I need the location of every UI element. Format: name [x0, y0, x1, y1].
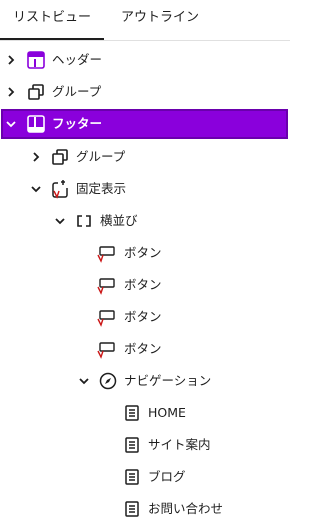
- button-icon: [96, 243, 116, 263]
- tree-item-page-link[interactable]: お問い合わせ: [0, 493, 290, 525]
- group-icon: [50, 147, 70, 167]
- tree-item-label: 固定表示: [76, 181, 127, 196]
- tree-item-label: グループ: [76, 149, 126, 164]
- tree-item-label: サイト案内: [148, 437, 211, 452]
- tree-item-label: ボタン: [124, 341, 162, 356]
- chevron-right-icon[interactable]: [30, 151, 42, 163]
- button-icon: [96, 339, 116, 359]
- list-view-tabs: リストビュー アウトライン: [0, 0, 290, 41]
- page-icon: [122, 499, 142, 519]
- tree-item-label: HOME: [148, 405, 186, 420]
- tree-item-button[interactable]: ボタン: [0, 333, 290, 365]
- template-part-icon: [26, 114, 46, 134]
- tree-item-button[interactable]: ボタン: [0, 301, 290, 333]
- tree-item-group[interactable]: グループ: [0, 141, 290, 173]
- tree-item-navigation[interactable]: ナビゲーション: [0, 365, 290, 397]
- group-icon: [26, 82, 46, 102]
- sticky-icon: [50, 179, 70, 199]
- chevron-right-icon[interactable]: [5, 86, 17, 98]
- button-icon: [96, 275, 116, 295]
- page-icon: [122, 435, 142, 455]
- chevron-down-icon[interactable]: [30, 183, 42, 195]
- tab-list-view[interactable]: リストビュー: [0, 0, 104, 40]
- tree-item-page-link[interactable]: HOME: [0, 397, 290, 429]
- tree-item-button[interactable]: ボタン: [0, 237, 290, 269]
- row-icon: [74, 211, 94, 231]
- tree-item-row[interactable]: 横並び: [0, 205, 290, 237]
- chevron-right-icon[interactable]: [5, 54, 17, 66]
- chevron-down-icon[interactable]: [54, 215, 66, 227]
- tree-item-footer[interactable]: フッター: [1, 109, 288, 139]
- tree-item-label: ナビゲーション: [124, 373, 212, 388]
- tree-item-label: ボタン: [124, 277, 162, 292]
- tree-item-sticky[interactable]: 固定表示: [0, 173, 290, 205]
- tree-item-label: ブログ: [148, 469, 186, 484]
- compass-icon: [98, 371, 118, 391]
- tab-outline[interactable]: アウトライン: [104, 0, 216, 39]
- tree-item-label: お問い合わせ: [148, 501, 224, 516]
- button-icon: [96, 307, 116, 327]
- chevron-down-icon[interactable]: [78, 375, 90, 387]
- tree-item-label: ボタン: [124, 245, 162, 260]
- tree-item-button[interactable]: ボタン: [0, 269, 290, 301]
- page-icon: [122, 467, 142, 487]
- tree-item-label: フッター: [52, 116, 103, 131]
- tree-item-header[interactable]: ヘッダー: [0, 44, 290, 76]
- tree-item-label: ボタン: [124, 309, 162, 324]
- tree-item-group[interactable]: グループ: [0, 76, 290, 108]
- template-part-icon: [26, 50, 46, 70]
- tree-item-label: ヘッダー: [52, 52, 103, 67]
- page-icon: [122, 403, 142, 423]
- tree-item-page-link[interactable]: サイト案内: [0, 429, 290, 461]
- tree-item-label: 横並び: [100, 213, 138, 228]
- chevron-down-icon[interactable]: [5, 118, 17, 130]
- tree-item-page-link[interactable]: ブログ: [0, 461, 290, 493]
- tree-item-label: グループ: [52, 84, 102, 99]
